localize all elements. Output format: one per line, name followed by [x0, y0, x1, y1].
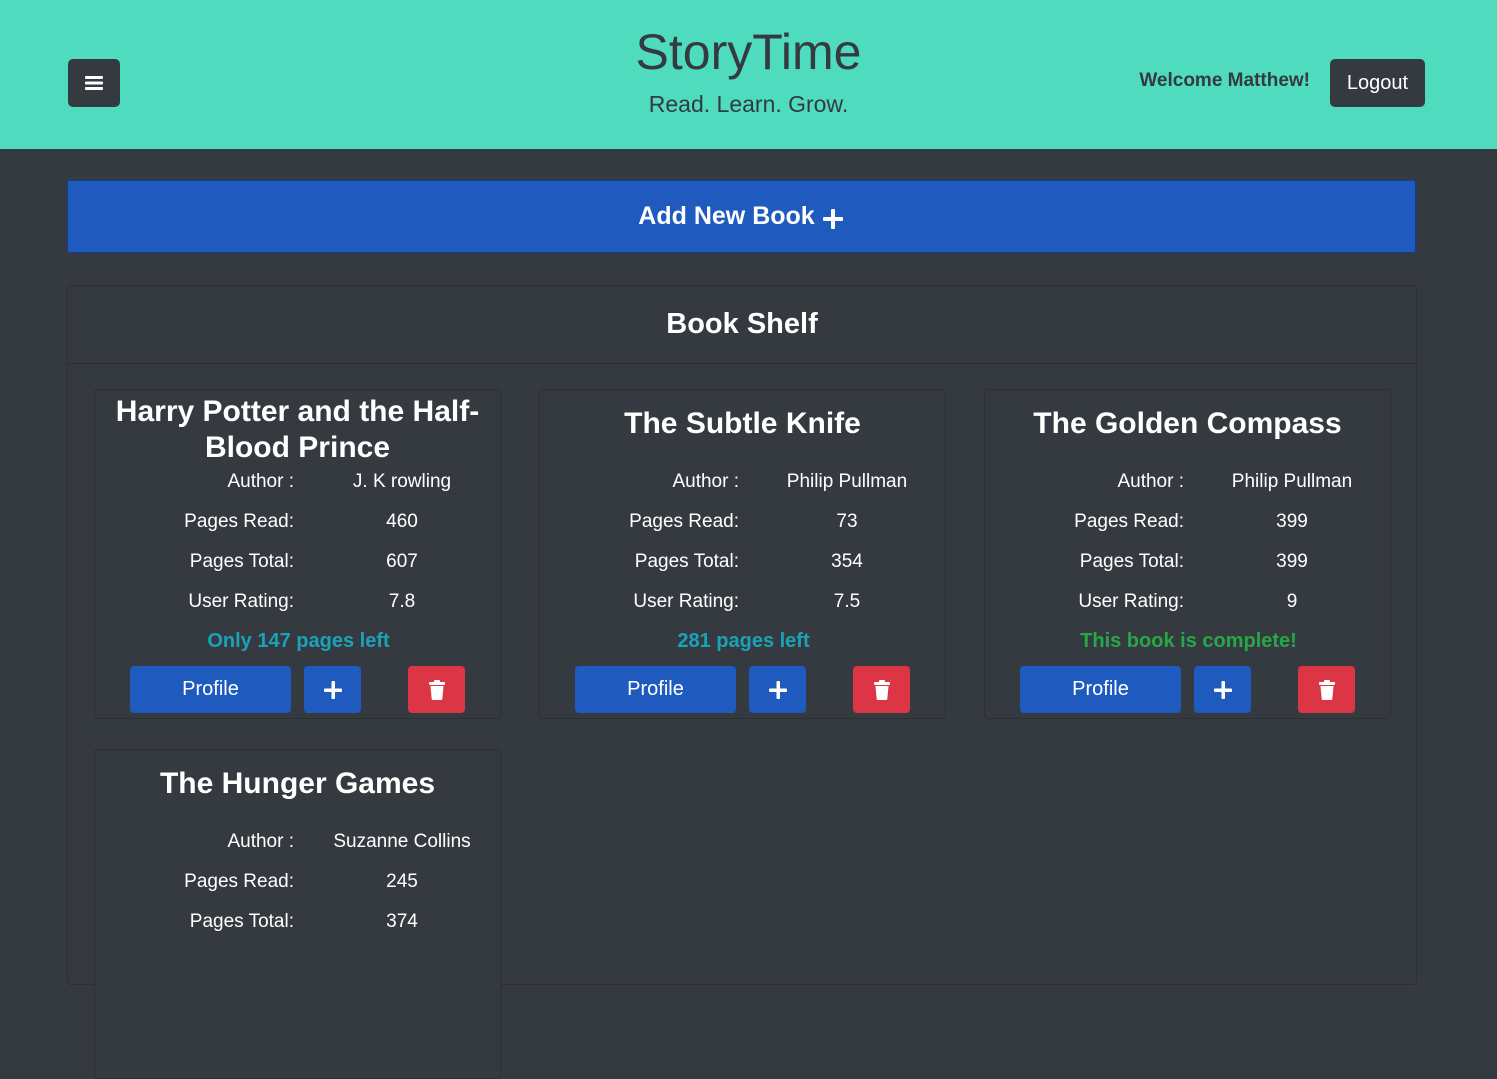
author-row: Author : Suzanne Collins [95, 831, 502, 855]
delete-book-button[interactable] [1298, 666, 1355, 713]
profile-button[interactable]: Profile [1020, 666, 1181, 713]
user-rating-label: User Rating: [633, 591, 739, 612]
plus-icon [822, 208, 843, 229]
pages-read-value: 399 [1276, 511, 1308, 532]
trash-icon [873, 679, 890, 700]
pages-read-value: 460 [386, 511, 418, 532]
pages-total-label: Pages Total: [189, 911, 294, 932]
add-pages-button[interactable] [304, 666, 361, 713]
plus-icon [768, 680, 787, 699]
trash-icon [428, 679, 445, 700]
user-rating-row: User Rating: 9 [985, 591, 1392, 615]
book-title: Harry Potter and the Half-Blood Prince [115, 395, 480, 464]
book-title: The Golden Compass [1033, 407, 1342, 440]
book-card: The Subtle Knife Author : Philip Pullman… [539, 389, 946, 719]
user-rating-row: User Rating: 7.5 [540, 591, 947, 615]
author-row: Author : Philip Pullman [985, 471, 1392, 495]
profile-button[interactable]: Profile [575, 666, 736, 713]
profile-button[interactable]: Profile [130, 666, 291, 713]
author-label: Author : [227, 831, 294, 852]
author-value: Philip Pullman [1231, 471, 1353, 492]
pages-read-label: Pages Read: [184, 871, 294, 892]
author-label: Author : [227, 471, 294, 492]
book-title: The Hunger Games [159, 767, 436, 800]
user-rating-value: 7.5 [833, 591, 861, 612]
author-row: Author : J. K rowling [95, 471, 502, 495]
logout-button[interactable]: Logout [1330, 59, 1425, 107]
pages-read-value: 73 [836, 511, 858, 532]
add-pages-button[interactable] [1194, 666, 1251, 713]
book-shelf: Book Shelf Harry Potter and the Half-Blo… [67, 285, 1417, 1079]
pages-total-row: Pages Total: 354 [540, 551, 947, 575]
user-rating-value: 7.8 [388, 591, 416, 612]
add-new-book-button[interactable]: Add New Book [67, 180, 1416, 253]
pages-total-label: Pages Total: [189, 551, 294, 572]
welcome-message: Welcome Matthew! [1139, 70, 1310, 91]
pages-read-row: Pages Read: 245 [95, 871, 502, 895]
delete-book-button[interactable] [853, 666, 910, 713]
pages-total-row: Pages Total: 374 [95, 911, 502, 935]
pages-read-label: Pages Read: [629, 511, 739, 532]
pages-left-status: 281 pages left [677, 630, 810, 652]
plus-icon [323, 680, 342, 699]
pages-total-value: 374 [386, 911, 418, 932]
pages-total-value: 354 [831, 551, 863, 572]
pages-total-label: Pages Total: [634, 551, 739, 572]
pages-read-row: Pages Read: 73 [540, 511, 947, 535]
author-row: Author : Philip Pullman [540, 471, 947, 495]
pages-left-status: Only 147 pages left [207, 630, 390, 652]
user-rating-row: User Rating: 7.8 [95, 591, 502, 615]
author-value: J. K rowling [352, 471, 452, 492]
author-value: Philip Pullman [786, 471, 908, 492]
user-rating-label: User Rating: [188, 591, 294, 612]
app-header: StoryTime Read. Learn. Grow. Welcome Mat… [0, 0, 1497, 149]
author-label: Author : [1117, 471, 1184, 492]
pages-read-row: Pages Read: 399 [985, 511, 1392, 535]
add-new-book-label: Add New Book [638, 202, 815, 230]
book-card: The Golden Compass Author : Philip Pullm… [984, 389, 1391, 719]
book-title: The Subtle Knife [624, 407, 861, 440]
complete-status: This book is complete! [1080, 630, 1297, 652]
pages-read-value: 245 [386, 871, 418, 892]
pages-total-label: Pages Total: [1079, 551, 1184, 572]
user-rating-value: 9 [1286, 591, 1298, 612]
author-label: Author : [672, 471, 739, 492]
book-card: The Hunger Games Author : Suzanne Collin… [94, 749, 501, 1079]
app-tagline: Read. Learn. Grow. [648, 91, 849, 117]
user-rating-label: User Rating: [1078, 591, 1184, 612]
pages-read-label: Pages Read: [1074, 511, 1184, 532]
pages-read-row: Pages Read: 460 [95, 511, 502, 535]
pages-total-value: 607 [386, 551, 418, 572]
author-value: Suzanne Collins [333, 831, 471, 852]
pages-total-row: Pages Total: 607 [95, 551, 502, 575]
pages-total-row: Pages Total: 399 [985, 551, 1392, 575]
pages-total-value: 399 [1276, 551, 1308, 572]
plus-icon [1213, 680, 1232, 699]
add-pages-button[interactable] [749, 666, 806, 713]
shelf-title: Book Shelf [68, 286, 1416, 364]
delete-book-button[interactable] [408, 666, 465, 713]
trash-icon [1318, 679, 1335, 700]
book-card: Harry Potter and the Half-Blood Prince A… [94, 389, 501, 719]
pages-read-label: Pages Read: [184, 511, 294, 532]
